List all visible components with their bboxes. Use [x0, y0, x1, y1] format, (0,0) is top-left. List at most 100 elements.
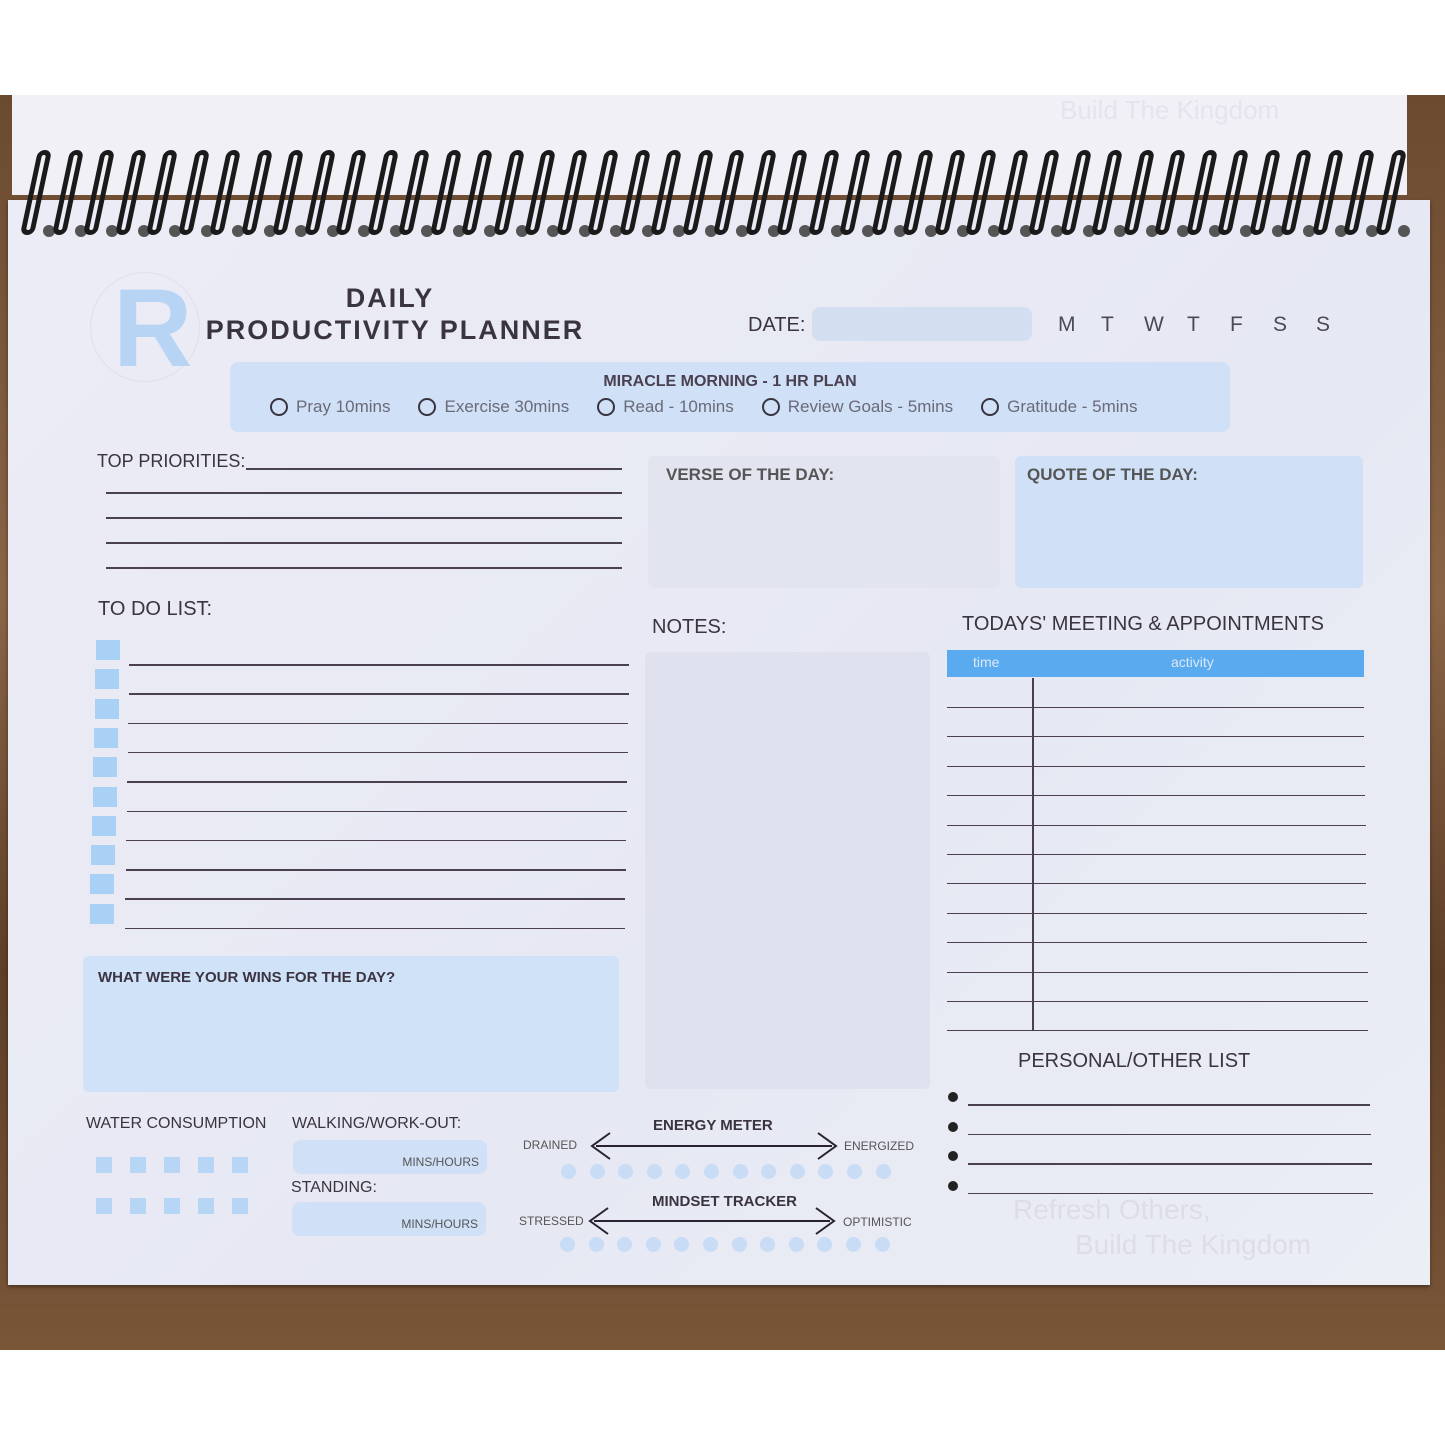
mindset-dot[interactable] — [560, 1237, 575, 1252]
todo-line[interactable] — [126, 810, 627, 812]
water-cup-icon[interactable] — [164, 1198, 180, 1214]
todo-checkbox[interactable] — [92, 786, 117, 807]
weekday-3[interactable]: T — [1187, 313, 1230, 337]
meeting-row-line[interactable] — [947, 1030, 1369, 1032]
miracle-item[interactable]: Gratitude - 5mins — [981, 397, 1137, 417]
priority-line[interactable] — [106, 492, 622, 494]
todo-checkbox[interactable] — [96, 640, 120, 660]
weekday-2[interactable]: W — [1144, 313, 1187, 337]
weekday-0[interactable]: M — [1058, 313, 1101, 337]
walking-field[interactable]: MINS/HOURS — [293, 1140, 487, 1174]
mindset-dot[interactable] — [874, 1237, 890, 1252]
miracle-item[interactable]: Read - 10mins — [597, 397, 734, 417]
energy-dot[interactable] — [561, 1164, 576, 1179]
mindset-dot[interactable] — [703, 1237, 718, 1252]
miracle-morning-title: MIRACLE MORNING - 1 HR PLAN — [603, 373, 857, 390]
weekday-5[interactable]: S — [1273, 313, 1316, 337]
weekday-1[interactable]: T — [1101, 313, 1144, 337]
meeting-row-line[interactable] — [947, 736, 1365, 738]
todo-checkbox[interactable] — [91, 845, 116, 866]
todo-checkbox[interactable] — [89, 903, 114, 924]
meeting-row-line[interactable] — [947, 824, 1366, 826]
todo-checkbox[interactable] — [93, 757, 118, 778]
todo-line[interactable] — [129, 664, 629, 666]
todo-line[interactable] — [125, 898, 625, 900]
todo-checkbox[interactable] — [95, 669, 120, 690]
spiral-coil — [1027, 150, 1061, 235]
water-cup-icon[interactable] — [96, 1157, 112, 1173]
mindset-dot[interactable] — [588, 1237, 604, 1252]
date-field[interactable] — [812, 307, 1032, 341]
personal-line[interactable] — [968, 1163, 1372, 1165]
mindset-dot[interactable] — [645, 1237, 661, 1252]
water-cup-icon[interactable] — [96, 1198, 112, 1214]
todo-checkbox[interactable] — [93, 727, 118, 748]
mindset-dot[interactable] — [731, 1237, 747, 1252]
meeting-row-line[interactable] — [947, 795, 1366, 797]
todo-line[interactable] — [126, 839, 626, 842]
energy-dot[interactable] — [875, 1164, 891, 1179]
energy-dot[interactable] — [589, 1164, 605, 1179]
water-cup-icon[interactable] — [232, 1198, 248, 1214]
checkbox-circle-icon[interactable] — [981, 398, 1000, 416]
energy-dot[interactable] — [789, 1164, 805, 1179]
energy-dot[interactable] — [646, 1164, 662, 1179]
checkbox-circle-icon[interactable] — [270, 398, 288, 416]
todo-checkbox[interactable] — [91, 815, 116, 836]
meeting-row-line[interactable] — [947, 912, 1367, 914]
priority-line[interactable] — [106, 542, 622, 544]
water-cup-icon[interactable] — [164, 1157, 180, 1173]
miracle-item[interactable]: Pray 10mins — [270, 397, 390, 417]
energy-dot[interactable] — [847, 1164, 862, 1179]
todo-line[interactable] — [127, 751, 628, 754]
spiral-coil — [19, 150, 53, 235]
miracle-item[interactable]: Exercise 30mins — [418, 397, 569, 417]
standing-field[interactable]: MINS/HOURS — [292, 1202, 486, 1236]
water-cup-icon[interactable] — [130, 1198, 146, 1214]
mindset-dot[interactable] — [846, 1237, 861, 1252]
todo-line[interactable] — [127, 781, 627, 783]
personal-line[interactable] — [968, 1192, 1373, 1194]
meeting-row-line[interactable] — [947, 1001, 1368, 1002]
meeting-row-line[interactable] — [947, 971, 1368, 973]
miracle-item[interactable]: Review Goals - 5mins — [761, 397, 953, 417]
priority-line[interactable] — [246, 468, 622, 470]
mindset-dot[interactable] — [788, 1237, 804, 1252]
todo-line[interactable] — [128, 722, 628, 725]
meeting-row-line[interactable] — [947, 942, 1368, 944]
todo-checkbox[interactable] — [90, 874, 115, 895]
spiral-coil — [429, 150, 462, 235]
meeting-row-line[interactable] — [947, 765, 1365, 767]
todo-checkbox[interactable] — [94, 698, 119, 719]
checkbox-circle-icon[interactable] — [418, 398, 437, 416]
checkbox-circle-icon[interactable] — [597, 398, 616, 416]
energy-dot[interactable] — [704, 1164, 719, 1179]
water-cup-icon[interactable] — [232, 1157, 248, 1173]
todo-line[interactable] — [128, 693, 629, 695]
notes-area[interactable] — [645, 652, 930, 1089]
weekday-4[interactable]: F — [1230, 313, 1273, 337]
meeting-row-line[interactable] — [947, 854, 1366, 855]
meeting-row-line[interactable] — [947, 707, 1364, 708]
water-cup-icon[interactable] — [198, 1157, 214, 1173]
priority-line[interactable] — [106, 567, 622, 569]
checkbox-circle-icon[interactable] — [761, 398, 780, 416]
wins-box[interactable]: WHAT WERE YOUR WINS FOR THE DAY? — [83, 956, 619, 1092]
verse-box[interactable]: VERSE OF THE DAY: — [648, 456, 1000, 588]
weekday-6[interactable]: S — [1316, 313, 1359, 337]
quote-box[interactable]: QUOTE OF THE DAY: — [1015, 456, 1363, 588]
priority-line[interactable] — [106, 517, 622, 519]
water-cup-icon[interactable] — [198, 1198, 214, 1214]
meeting-row-line[interactable] — [947, 883, 1367, 885]
energy-dot[interactable] — [732, 1164, 748, 1179]
todo-line[interactable] — [124, 927, 625, 930]
mindset-right: OPTIMISTIC — [843, 1215, 912, 1229]
todo-line[interactable] — [125, 869, 626, 871]
watermark-line2: Build The Kingdom — [1075, 1229, 1312, 1260]
water-cup-icon[interactable] — [130, 1157, 146, 1173]
notes-label: NOTES: — [652, 616, 727, 638]
spiral-coil — [460, 150, 494, 235]
personal-line[interactable] — [968, 1104, 1370, 1106]
spiral-coil — [838, 150, 872, 235]
personal-line[interactable] — [968, 1133, 1371, 1135]
